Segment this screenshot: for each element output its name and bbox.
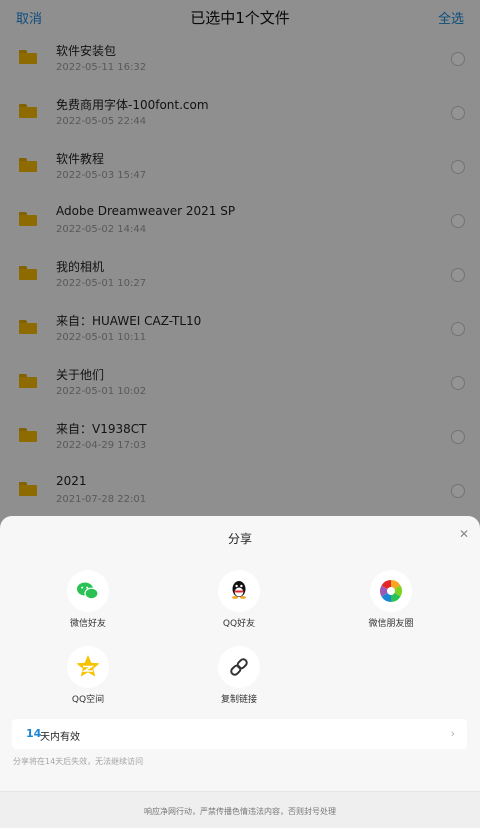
close-icon[interactable]: ✕ <box>458 527 470 541</box>
chevron-right-icon: › <box>450 727 455 740</box>
wechat-icon <box>67 570 109 612</box>
share-qzone[interactable]: QQ空间 <box>43 646 133 706</box>
share-option-label: 微信朋友圈 <box>368 619 414 629</box>
share-option-label: QQ空间 <box>71 695 105 705</box>
share-option-label: 微信好友 <box>69 619 106 629</box>
share-title: 分享 <box>227 532 252 546</box>
share-wechat-friend[interactable]: 微信好友 <box>43 570 133 630</box>
validity-selector[interactable]: 14 天内有效 › <box>12 719 467 749</box>
expiry-note: 分享将在14天后失效，无法继续访问 <box>13 757 144 766</box>
share-qq-friend[interactable]: QQ好友 <box>194 570 284 630</box>
policy-footer: 响应净网行动，严禁传播色情违法内容，否则封号处理 <box>0 791 480 828</box>
validity-label: 天内有效 <box>40 732 80 743</box>
qzone-icon <box>67 646 109 688</box>
share-sheet: 分享 ✕ 微信好友 QQ好友 微信朋友圈 QQ空间 复制链接 14 天内有效 ›… <box>0 516 480 828</box>
share-option-label: QQ好友 <box>222 619 256 629</box>
qq-icon <box>218 570 260 612</box>
link-icon <box>218 646 260 688</box>
share-wechat-moments[interactable]: 微信朋友圈 <box>346 570 436 630</box>
moments-icon <box>370 570 412 612</box>
share-copy-link[interactable]: 复制链接 <box>194 646 284 706</box>
share-option-label: 复制链接 <box>220 695 257 705</box>
policy-text: 响应净网行动，严禁传播色情违法内容，否则封号处理 <box>144 807 336 816</box>
